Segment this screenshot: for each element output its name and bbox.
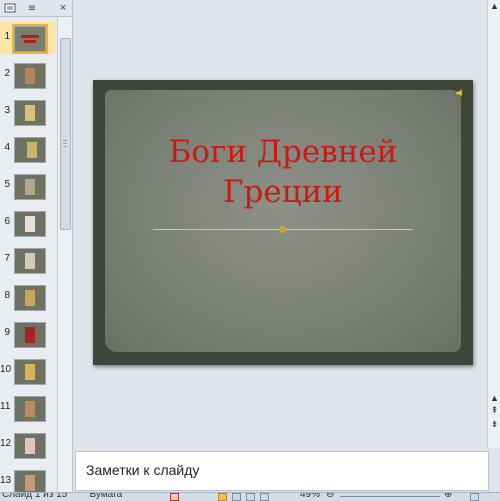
scrollbar-thumb[interactable]: ‒ ‒ ‒: [60, 38, 71, 230]
slide-preview: [14, 433, 46, 459]
slide-thumbnail[interactable]: 5: [0, 170, 56, 202]
slide-preview: [12, 24, 48, 54]
slide-thumbnail[interactable]: 10: [0, 355, 56, 387]
slide-editor: Боги Древней Греции: [73, 0, 487, 448]
panel-close-button[interactable]: ×: [56, 0, 70, 16]
slide-number: 8: [4, 290, 10, 301]
slide-preview: [14, 285, 46, 311]
divider-ornament: [279, 226, 286, 233]
slide-thumbnail[interactable]: 9: [0, 318, 56, 350]
zoom-in-icon[interactable]: ⊕: [444, 493, 452, 500]
slide-thumbnail[interactable]: 6: [0, 207, 56, 239]
outline-tab[interactable]: ≡: [22, 0, 42, 16]
slide-thumbnail[interactable]: 7: [0, 244, 56, 276]
slide-preview: [14, 100, 46, 126]
slide-preview: [14, 396, 46, 422]
zoom-out-icon[interactable]: ⊖: [326, 493, 334, 500]
slide-number: 4: [4, 142, 10, 153]
panel-tabs: ≡ ×: [0, 0, 72, 17]
next-slide-icon[interactable]: ⇟: [488, 418, 500, 430]
slide-title-line: Греции: [223, 174, 343, 210]
slide-preview: [14, 322, 46, 348]
slides-panel: ≡ × 1 2 3 4 5 6 7 8 9 10 11 12 13 ‒ ‒ ‒: [0, 0, 73, 492]
thumbnail-scrollbar[interactable]: ‒ ‒ ‒: [57, 18, 71, 492]
slide-title[interactable]: Боги Древней Греции: [93, 132, 473, 212]
slide-number: 13: [0, 475, 12, 486]
slide-thumbnail-list: 1 2 3 4 5 6 7 8 9 10 11 12 13: [0, 18, 56, 492]
scroll-down-icon[interactable]: ▲: [488, 392, 500, 404]
slide-preview: [14, 359, 46, 385]
slide-number: 5: [4, 179, 10, 190]
zoom-slider[interactable]: [340, 496, 440, 497]
slide-number: 3: [4, 105, 10, 116]
slide-number: 11: [0, 401, 11, 412]
slide-thumbnail[interactable]: 2: [0, 59, 56, 91]
notes-pane[interactable]: Заметки к слайду: [75, 451, 489, 491]
slide-thumbnail[interactable]: 4: [0, 133, 56, 165]
slide-number: 2: [4, 68, 10, 79]
slide-thumbnail[interactable]: 3: [0, 96, 56, 128]
slide-preview: [14, 137, 46, 163]
slide-number: 9: [4, 327, 10, 338]
slide-title-line: Боги Древней: [168, 134, 398, 170]
slide-thumbnail[interactable]: 8: [0, 281, 56, 313]
slide-background: [105, 90, 461, 352]
slide-number: 6: [4, 216, 10, 227]
scroll-up-icon[interactable]: ▲: [488, 0, 500, 12]
slide-number: 12: [0, 438, 12, 449]
slide-thumbnail[interactable]: 1: [0, 22, 56, 54]
slide-scrollbar[interactable]: ▲ ▲ ⇞ ⇟: [487, 0, 500, 448]
slide-preview: [14, 174, 46, 200]
theme-name: "Бумага": [86, 492, 126, 500]
slides-tab-icon: [4, 3, 16, 13]
slide-thumbnail[interactable]: 13: [0, 466, 56, 492]
speaker-icon[interactable]: [455, 88, 465, 98]
slide-number: 10: [0, 364, 12, 375]
slide-thumbnail[interactable]: 12: [0, 429, 56, 461]
slide-number: 7: [4, 253, 10, 264]
previous-slide-icon[interactable]: ⇞: [488, 404, 500, 416]
zoom-level[interactable]: 49%: [300, 493, 320, 500]
slide-number: 1: [4, 31, 10, 42]
slide-thumbnail[interactable]: 11: [0, 392, 56, 424]
slides-tab[interactable]: [0, 0, 20, 16]
slide-preview: [14, 470, 46, 492]
outline-tab-icon: ≡: [27, 2, 37, 14]
slide-preview: [14, 63, 46, 89]
slide-preview: [14, 248, 46, 274]
slide-counter: Слайд 1 из 15: [2, 492, 68, 500]
notes-placeholder: Заметки к слайду: [86, 462, 200, 478]
close-icon: ×: [59, 2, 67, 14]
slide-preview: [14, 211, 46, 237]
grip-icon: ‒ ‒ ‒: [63, 137, 67, 150]
current-slide[interactable]: Боги Древней Греции: [93, 80, 473, 365]
